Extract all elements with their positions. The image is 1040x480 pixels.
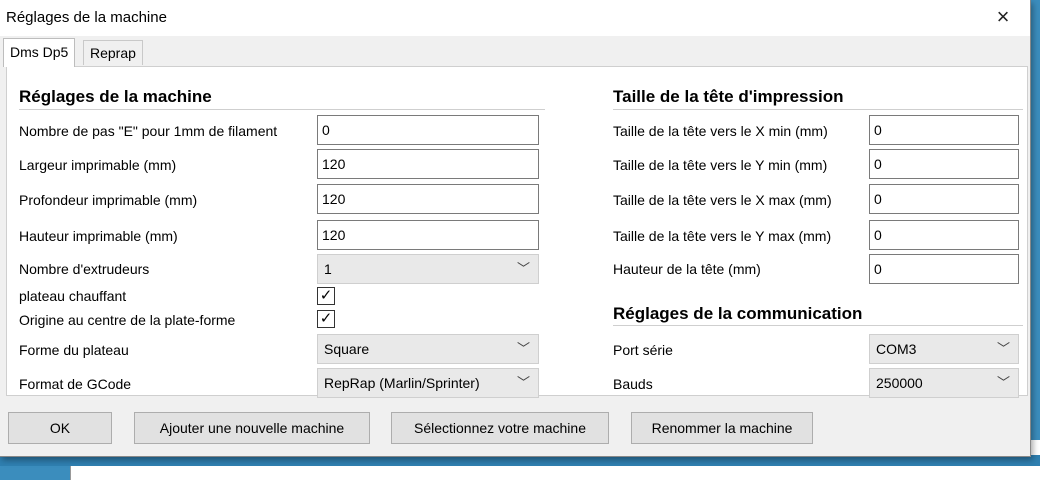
printable-width-input[interactable]: 120 bbox=[317, 149, 539, 179]
extruders-label: Nombre d'extrudeurs bbox=[19, 261, 150, 277]
printable-height-label: Hauteur imprimable (mm) bbox=[19, 228, 178, 244]
head-xmin-label: Taille de la tête vers le X min (mm) bbox=[613, 123, 828, 139]
head-section-divider bbox=[613, 109, 1023, 111]
tab-dms-dp5[interactable]: Dms Dp5 bbox=[3, 38, 76, 67]
gcode-flavor-select[interactable]: RepRap (Marlin/Sprinter) ﹀ bbox=[317, 368, 539, 398]
bed-shape-label: Forme du plateau bbox=[19, 342, 129, 358]
chevron-down-icon: ﹀ bbox=[516, 261, 530, 276]
head-ymax-label: Taille de la tête vers le Y max (mm) bbox=[613, 228, 832, 244]
chevron-down-icon: ﹀ bbox=[996, 341, 1010, 356]
head-ymin-label: Taille de la tête vers le Y min (mm) bbox=[613, 157, 828, 173]
settings-panel: Réglages de la machine Nombre de pas "E"… bbox=[6, 66, 1028, 398]
head-section-title: Taille de la tête d'impression bbox=[613, 87, 844, 106]
chevron-down-icon: ﹀ bbox=[516, 375, 530, 390]
comm-section-divider bbox=[613, 325, 1023, 327]
printable-depth-input[interactable]: 120 bbox=[317, 184, 539, 214]
center-origin-label: Origine au centre de la plate-forme bbox=[19, 312, 236, 328]
comm-section-title: Réglages de la communication bbox=[613, 304, 863, 323]
head-ymin-input[interactable]: 0 bbox=[869, 149, 1019, 179]
chevron-down-icon: ﹀ bbox=[516, 341, 530, 356]
head-xmax-input[interactable]: 0 bbox=[869, 184, 1019, 214]
serial-port-label: Port série bbox=[613, 342, 673, 358]
serial-port-select-value: COM3 bbox=[876, 341, 917, 357]
chevron-down-icon: ﹀ bbox=[996, 375, 1010, 390]
baud-rate-label: Bauds bbox=[613, 376, 653, 392]
heated-bed-label: plateau chauffant bbox=[19, 288, 127, 304]
tab-bar: Dms Dp5 Reprap bbox=[0, 38, 1030, 67]
rename-machine-button[interactable]: Renommer la machine bbox=[631, 412, 813, 444]
title-bar: Réglages de la machine × bbox=[0, 0, 1030, 36]
head-xmax-label: Taille de la tête vers le X max (mm) bbox=[613, 192, 832, 208]
head-xmin-input[interactable]: 0 bbox=[869, 115, 1019, 145]
printable-width-label: Largeur imprimable (mm) bbox=[19, 157, 177, 173]
e-steps-label: Nombre de pas "E" pour 1mm de filament bbox=[19, 123, 278, 139]
head-height-label: Hauteur de la tête (mm) bbox=[613, 261, 761, 277]
machine-section-divider bbox=[19, 109, 545, 111]
bed-shape-select[interactable]: Square ﹀ bbox=[317, 334, 539, 364]
gcode-flavor-label: Format de GCode bbox=[19, 376, 132, 392]
printable-height-input[interactable]: 120 bbox=[317, 220, 539, 250]
bed-shape-select-value: Square bbox=[324, 341, 370, 357]
gcode-flavor-select-value: RepRap (Marlin/Sprinter) bbox=[324, 375, 480, 391]
e-steps-input[interactable]: 0 bbox=[317, 115, 539, 145]
center-origin-checkbox[interactable]: ✓ bbox=[317, 310, 335, 328]
add-machine-button[interactable]: Ajouter une nouvelle machine bbox=[134, 412, 370, 444]
head-height-input[interactable]: 0 bbox=[869, 254, 1019, 284]
tab-reprap[interactable]: Reprap bbox=[83, 40, 143, 65]
head-ymax-input[interactable]: 0 bbox=[869, 220, 1019, 250]
machine-section-title: Réglages de la machine bbox=[19, 87, 212, 106]
window-title: Réglages de la machine bbox=[6, 9, 167, 26]
close-icon[interactable]: × bbox=[986, 2, 1020, 32]
baud-rate-select-value: 250000 bbox=[876, 375, 923, 391]
extruders-select-value: 1 bbox=[324, 261, 332, 277]
baud-rate-select[interactable]: 250000 ﹀ bbox=[869, 368, 1019, 398]
ok-button[interactable]: OK bbox=[8, 412, 112, 444]
select-machine-button[interactable]: Sélectionnez votre machine bbox=[391, 412, 609, 444]
printable-depth-label: Profondeur imprimable (mm) bbox=[19, 192, 198, 208]
heated-bed-checkbox[interactable]: ✓ bbox=[317, 287, 335, 305]
machine-settings-dialog: Réglages de la machine × Dms Dp5 Reprap … bbox=[0, 0, 1031, 457]
extruders-select[interactable]: 1 ﹀ bbox=[317, 254, 539, 284]
serial-port-select[interactable]: COM3 ﹀ bbox=[869, 334, 1019, 364]
